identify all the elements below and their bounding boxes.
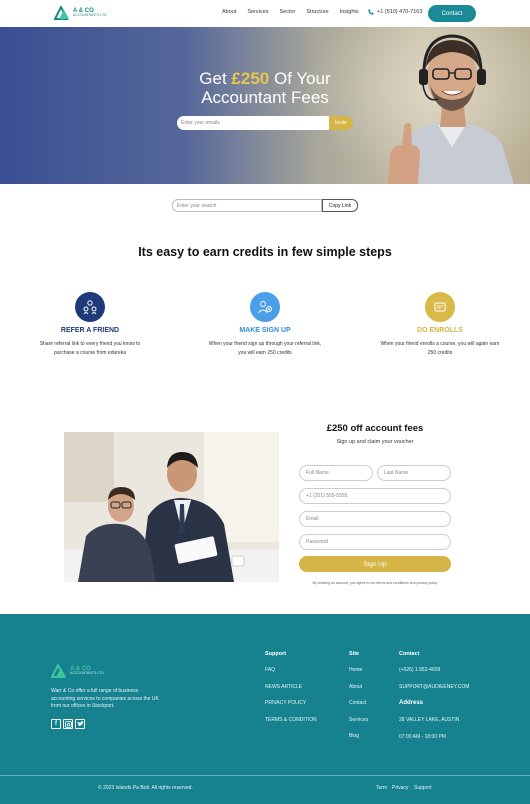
support-heading: Support [265, 651, 287, 657]
nav-sector[interactable]: Sector [279, 9, 295, 15]
facebook-icon[interactable]: f [51, 719, 61, 729]
step-do-enrolls: DO ENROLLS When your friend enrolls a co… [380, 292, 500, 357]
email-field[interactable]: Email [299, 511, 451, 527]
footer-brand-subtitle: ACCOUNTANTS LTD [70, 671, 104, 676]
step-title: MAKE SIGN UP [239, 327, 291, 334]
footer-address: 28 VALLEY LAKE, AUSTIN [399, 717, 460, 723]
hero-email-input[interactable]: Enter your emails [177, 116, 329, 130]
step-title: REFER A FRIEND [60, 327, 120, 334]
footer-link-blog[interactable]: Blog [349, 733, 359, 739]
footer-link-about[interactable]: About [349, 684, 362, 690]
footer: A & CO ACCOUNTANTS LTD Warr & Co offer a… [0, 614, 530, 804]
instagram-icon[interactable] [63, 719, 73, 729]
phone-number: +1 (510) 470-7163 [377, 9, 423, 15]
enroll-icon [425, 292, 455, 322]
footer-legal-support[interactable]: Support [414, 785, 432, 791]
copyright: © 2023 Islands Pa Bolt. All rights reser… [98, 785, 193, 791]
password-field[interactable]: Password [299, 534, 451, 550]
address-heading: Address [399, 700, 424, 706]
phone-field[interactable]: +1 (201) 555-5555 [299, 488, 451, 504]
nav-insights[interactable]: Insights [340, 9, 359, 15]
business-meeting-photo [64, 432, 279, 582]
site-heading: Site [349, 651, 360, 657]
footer-link-privacy[interactable]: PRIVACY POLICY [265, 700, 306, 706]
friends-icon [75, 292, 105, 322]
hero-title-pre: Get [199, 69, 227, 88]
main-nav: About Services Sector Structure Insights [222, 9, 370, 15]
brand-subtitle: ACCOUNTANTS LTD [73, 13, 107, 18]
step-description: Share referral link to every friend you … [39, 341, 141, 356]
brand-logo[interactable]: A & CO ACCOUNTANTS LTD [54, 6, 107, 20]
step-refer-a-friend: REFER A FRIEND Share referral link to ev… [30, 292, 150, 357]
hero-title-amount: £250 [231, 69, 270, 88]
footer-legal-privacy[interactable]: Privacy [392, 785, 408, 791]
contact-heading: Contact [399, 651, 420, 657]
terms-note: By creating an account, you agree to our… [312, 581, 438, 585]
last-name-field[interactable]: Last Name [377, 465, 451, 481]
step-description: When your friend sign up through your re… [208, 341, 322, 356]
footer-divider [0, 775, 530, 776]
referral-link-input[interactable]: Enter your search [172, 199, 322, 212]
logo-icon [54, 6, 69, 20]
footer-contact-phone[interactable]: (+626) 1 852-4609 [399, 667, 440, 673]
footer-link-news[interactable]: NEWS ARTICLE [265, 684, 302, 690]
step-title: DO ENROLLS [417, 327, 463, 334]
phone-icon [368, 9, 374, 15]
signup-subtitle: Sign up and claim your voucher [336, 439, 414, 445]
signup-icon [250, 292, 280, 322]
sign-up-button[interactable]: Sign Up [299, 556, 451, 572]
footer-about: Warr & Co offer a full range of business… [51, 688, 159, 709]
footer-legal-term[interactable]: Term [376, 785, 387, 791]
nav-about[interactable]: About [222, 9, 236, 15]
copy-link-button[interactable]: Copy Link [322, 199, 358, 212]
invite-button[interactable]: Invite [329, 116, 353, 130]
contact-button[interactable]: Contact [428, 5, 476, 22]
footer-contact-email[interactable]: SUPPORT@AUDIEENEY.COM [399, 684, 469, 690]
steps-heading: Its easy to earn credits in few simple s… [138, 245, 392, 259]
signup-title: £250 off account fees [326, 423, 424, 434]
page: A & CO ACCOUNTANTS LTD About Services Se… [0, 0, 530, 804]
top-header: A & CO ACCOUNTANTS LTD About Services Se… [0, 0, 530, 27]
footer-link-terms[interactable]: TERMS & CONDITION [265, 717, 317, 723]
hero-title-line-2: Accountant Fees [201, 88, 329, 107]
hero-title-line-1: Get £250 Of Your [0, 70, 530, 88]
footer-logo-icon [51, 664, 66, 678]
footer-link-home[interactable]: Home [349, 667, 362, 673]
nav-services[interactable]: Services [247, 9, 268, 15]
step-description: When your friend enrolls a course, you w… [380, 341, 500, 356]
twitter-icon[interactable] [75, 719, 85, 729]
footer-link-faq[interactable]: FAQ [265, 667, 275, 673]
footer-hours: 07:00 AM - 18:00 PM [399, 734, 446, 740]
first-name-field[interactable]: Full Name [299, 465, 373, 481]
header-phone[interactable]: +1 (510) 470-7163 [368, 9, 422, 15]
footer-link-contact[interactable]: Contact [349, 700, 366, 706]
hero-banner: Get £250 Of Your Accountant Fees Enter y… [0, 27, 530, 184]
hero-title-post: Of Your [273, 69, 331, 88]
footer-brand-logo[interactable]: A & CO ACCOUNTANTS LTD [51, 664, 104, 678]
step-make-sign-up: MAKE SIGN UP When your friend sign up th… [205, 292, 325, 357]
nav-structure[interactable]: Structure [306, 9, 328, 15]
footer-link-services[interactable]: Services [349, 717, 368, 723]
